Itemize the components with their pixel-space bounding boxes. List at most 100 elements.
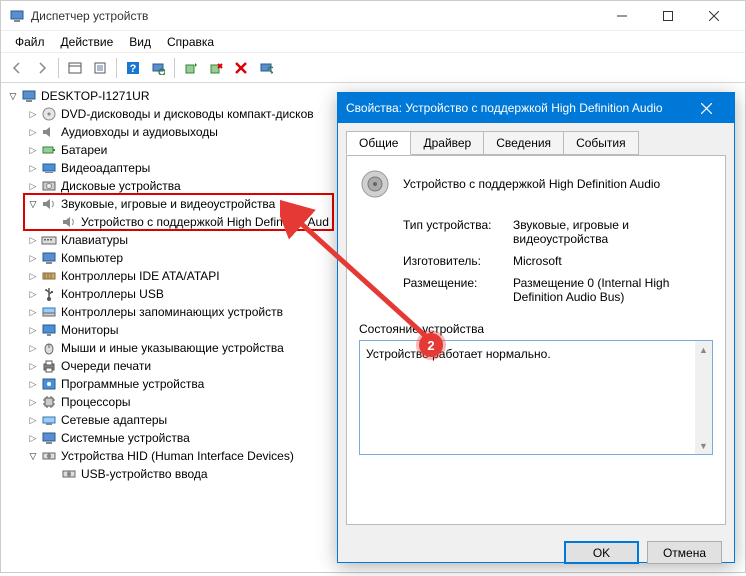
dialog-tabs: Общие Драйвер Сведения События <box>338 123 734 155</box>
minimize-button[interactable] <box>599 1 645 31</box>
status-section: Состояние устройства Устройство работает… <box>359 322 713 455</box>
expander-icon[interactable] <box>27 360 39 372</box>
properties-dialog: Свойства: Устройство с поддержкой High D… <box>337 92 735 563</box>
speaker-icon <box>41 124 57 140</box>
tab-general-content: Устройство с поддержкой High Definition … <box>346 155 726 525</box>
update-driver-button[interactable] <box>179 56 203 80</box>
usb-icon <box>41 286 57 302</box>
expander-icon[interactable] <box>27 126 39 138</box>
expander-icon[interactable] <box>27 180 39 192</box>
prop-type-label: Тип устройства: <box>403 218 513 246</box>
expander-icon[interactable] <box>27 324 39 336</box>
monitor-icon <box>41 250 57 266</box>
tab-events[interactable]: События <box>563 131 639 155</box>
back-button[interactable] <box>5 56 29 80</box>
tab-general[interactable]: Общие <box>346 131 411 155</box>
forward-button[interactable] <box>30 56 54 80</box>
menubar: Файл Действие Вид Справка <box>1 31 745 53</box>
expander-icon[interactable] <box>27 198 39 210</box>
expander-icon[interactable] <box>27 342 39 354</box>
prop-mfg-value: Microsoft <box>513 254 713 268</box>
keyboard-icon <box>41 232 57 248</box>
prop-type-value: Звуковые, игровые и видеоустройства <box>513 218 713 246</box>
separator <box>116 58 117 78</box>
window-title: Диспетчер устройств <box>31 9 599 23</box>
expander-icon[interactable] <box>27 288 39 300</box>
status-text: Устройство работает нормально. <box>366 347 551 361</box>
app-icon <box>9 8 25 24</box>
scan-button[interactable] <box>146 56 170 80</box>
status-label: Состояние устройства <box>359 322 713 336</box>
prop-row-manufacturer: Изготовитель: Microsoft <box>403 254 713 268</box>
expander-icon[interactable] <box>27 396 39 408</box>
battery-icon <box>41 142 57 158</box>
prop-row-type: Тип устройства: Звуковые, игровые и виде… <box>403 218 713 246</box>
ok-button[interactable]: OK <box>564 541 639 564</box>
maximize-button[interactable] <box>645 1 691 31</box>
computer-icon <box>21 88 37 104</box>
tab-details[interactable]: Сведения <box>483 131 564 155</box>
mouse-icon <box>41 340 57 356</box>
prop-loc-value: Размещение 0 (Internal High Definition A… <box>513 276 713 304</box>
menu-help[interactable]: Справка <box>159 32 222 52</box>
expander-icon[interactable] <box>27 450 39 462</box>
hid-icon <box>41 448 57 464</box>
refresh-button[interactable] <box>254 56 278 80</box>
expander-icon[interactable] <box>27 432 39 444</box>
disk-icon <box>41 178 57 194</box>
cpu-icon <box>41 394 57 410</box>
titlebar: Диспетчер устройств <box>1 1 745 31</box>
expander-icon[interactable] <box>27 252 39 264</box>
sound-icon <box>61 214 77 230</box>
network-icon <box>41 412 57 428</box>
dialog-close-button[interactable] <box>686 93 726 123</box>
show-hide-tree-button[interactable] <box>63 56 87 80</box>
expander-icon[interactable] <box>27 414 39 426</box>
properties-button[interactable] <box>88 56 112 80</box>
storage-controller-icon <box>41 304 57 320</box>
disable-button[interactable] <box>229 56 253 80</box>
uninstall-button[interactable] <box>204 56 228 80</box>
separator <box>58 58 59 78</box>
hid-icon <box>61 466 77 482</box>
cancel-button[interactable]: Отмена <box>647 541 722 564</box>
expander-icon[interactable] <box>27 234 39 246</box>
separator <box>174 58 175 78</box>
scrollbar[interactable]: ▲ ▼ <box>695 341 712 454</box>
speaker-large-icon <box>359 168 391 200</box>
annotation-badge-2: 2 <box>419 333 443 357</box>
dialog-titlebar: Свойства: Устройство с поддержкой High D… <box>338 93 734 123</box>
expander-icon[interactable] <box>27 270 39 282</box>
tab-driver[interactable]: Драйвер <box>410 131 484 155</box>
printer-icon <box>41 358 57 374</box>
software-icon <box>41 376 57 392</box>
expander-icon[interactable] <box>27 378 39 390</box>
window-controls <box>599 1 737 31</box>
monitor-icon <box>41 322 57 338</box>
menu-action[interactable]: Действие <box>53 32 122 52</box>
dialog-title: Свойства: Устройство с поддержкой High D… <box>346 101 686 115</box>
expander-icon[interactable] <box>27 162 39 174</box>
toolbar: ? <box>1 53 745 83</box>
prop-loc-label: Размещение: <box>403 276 513 304</box>
expander-icon[interactable] <box>27 306 39 318</box>
scroll-up-button[interactable]: ▲ <box>695 341 712 358</box>
disc-icon <box>41 106 57 122</box>
display-adapter-icon <box>41 160 57 176</box>
close-button[interactable] <box>691 1 737 31</box>
menu-view[interactable]: Вид <box>121 32 159 52</box>
scroll-down-button[interactable]: ▼ <box>695 437 712 454</box>
expander-icon[interactable] <box>27 144 39 156</box>
menu-file[interactable]: Файл <box>7 32 53 52</box>
sound-icon <box>41 196 57 212</box>
property-grid: Тип устройства: Звуковые, игровые и виде… <box>403 218 713 304</box>
help-button[interactable]: ? <box>121 56 145 80</box>
system-icon <box>41 430 57 446</box>
expander-icon[interactable] <box>7 90 19 102</box>
controller-icon <box>41 268 57 284</box>
prop-mfg-label: Изготовитель: <box>403 254 513 268</box>
expander-icon[interactable] <box>27 108 39 120</box>
prop-row-location: Размещение: Размещение 0 (Internal High … <box>403 276 713 304</box>
status-textbox[interactable]: Устройство работает нормально. ▲ ▼ <box>359 340 713 455</box>
device-header: Устройство с поддержкой High Definition … <box>359 168 713 200</box>
